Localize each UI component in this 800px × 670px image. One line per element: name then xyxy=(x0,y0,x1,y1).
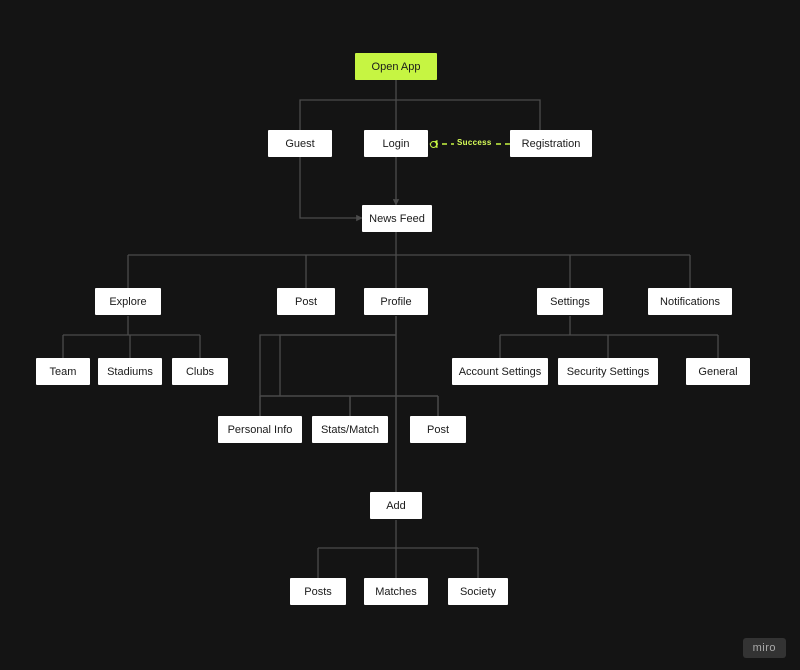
node-label: Matches xyxy=(375,586,417,598)
node-label: Security Settings xyxy=(567,366,650,378)
node-matches[interactable]: Matches xyxy=(364,578,428,605)
diagram-canvas[interactable]: Open App Guest Login Registration Succes… xyxy=(0,0,800,670)
node-add[interactable]: Add xyxy=(370,492,422,519)
node-label: Post xyxy=(295,296,317,308)
node-post2[interactable]: Post xyxy=(410,416,466,443)
node-account-settings[interactable]: Account Settings xyxy=(452,358,548,385)
node-label: Registration xyxy=(522,138,581,150)
node-profile[interactable]: Profile xyxy=(364,288,428,315)
node-post[interactable]: Post xyxy=(277,288,335,315)
node-label: Open App xyxy=(372,61,421,73)
node-general[interactable]: General xyxy=(686,358,750,385)
node-label: Add xyxy=(386,500,406,512)
node-label: Profile xyxy=(380,296,411,308)
node-label: Posts xyxy=(304,586,332,598)
node-label: Stadiums xyxy=(107,366,153,378)
node-label: Login xyxy=(383,138,410,150)
node-explore[interactable]: Explore xyxy=(95,288,161,315)
node-settings[interactable]: Settings xyxy=(537,288,603,315)
node-label: Explore xyxy=(109,296,146,308)
node-stats-match[interactable]: Stats/Match xyxy=(312,416,388,443)
node-open-app[interactable]: Open App xyxy=(355,53,437,80)
node-team[interactable]: Team xyxy=(36,358,90,385)
node-label: Guest xyxy=(285,138,314,150)
connectors-layer xyxy=(0,0,800,670)
node-security-settings[interactable]: Security Settings xyxy=(558,358,658,385)
node-personal-info[interactable]: Personal Info xyxy=(218,416,302,443)
edge-label-success: Success xyxy=(454,138,495,147)
node-notifications[interactable]: Notifications xyxy=(648,288,732,315)
node-label: General xyxy=(698,366,737,378)
node-label: Society xyxy=(460,586,496,598)
connection-handle-icon xyxy=(430,141,437,148)
node-label: Stats/Match xyxy=(321,424,379,436)
node-guest[interactable]: Guest xyxy=(268,130,332,157)
node-society[interactable]: Society xyxy=(448,578,508,605)
node-label: Notifications xyxy=(660,296,720,308)
node-label: Account Settings xyxy=(459,366,542,378)
node-registration[interactable]: Registration xyxy=(510,130,592,157)
node-label: Personal Info xyxy=(228,424,293,436)
node-label: Team xyxy=(50,366,77,378)
node-label: Settings xyxy=(550,296,590,308)
watermark: miro xyxy=(743,638,786,658)
node-label: Post xyxy=(427,424,449,436)
node-label: News Feed xyxy=(369,213,425,225)
node-login[interactable]: Login xyxy=(364,130,428,157)
node-stadiums[interactable]: Stadiums xyxy=(98,358,162,385)
node-label: Clubs xyxy=(186,366,214,378)
node-clubs[interactable]: Clubs xyxy=(172,358,228,385)
node-news-feed[interactable]: News Feed xyxy=(362,205,432,232)
node-posts[interactable]: Posts xyxy=(290,578,346,605)
